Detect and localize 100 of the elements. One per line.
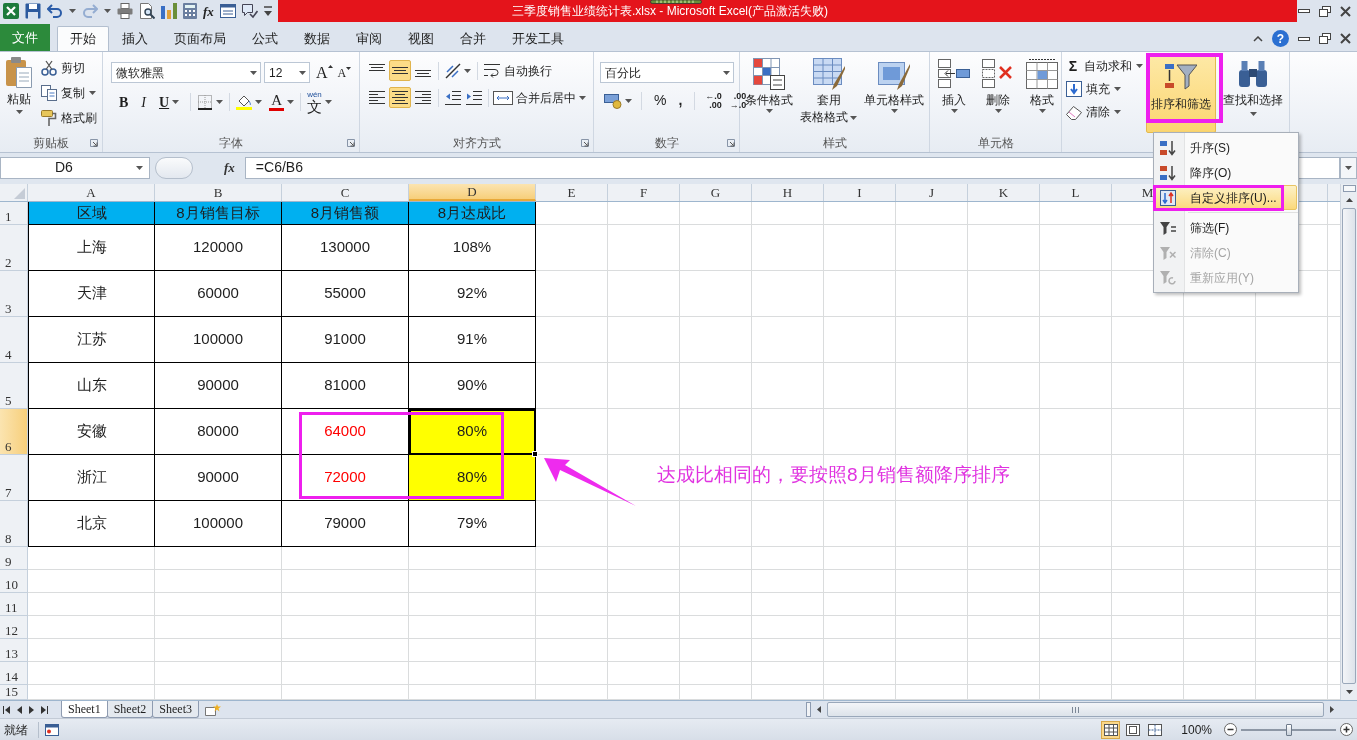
row-header[interactable]: 5	[0, 363, 28, 409]
column-header[interactable]: F	[608, 184, 680, 201]
form-icon[interactable]	[219, 4, 236, 18]
row-header[interactable]: 3	[0, 271, 28, 317]
column-header[interactable]: G	[680, 184, 752, 201]
previous-sheet-icon[interactable]	[17, 705, 22, 714]
name-box[interactable]: D6	[0, 156, 150, 179]
cut-button[interactable]: 剪切	[40, 56, 98, 79]
column-header[interactable]: L	[1040, 184, 1112, 201]
autosum-button[interactable]: Σ 自动求和	[1066, 55, 1146, 77]
ribbon-tab[interactable]: 审阅	[343, 26, 395, 51]
row-header[interactable]: 4	[0, 317, 28, 363]
menu-item[interactable]: 筛选(F)	[1155, 215, 1297, 240]
ribbon-tab[interactable]: 开发工具	[499, 26, 577, 51]
printer-icon[interactable]	[117, 3, 133, 19]
dialog-launcher-icon[interactable]	[347, 138, 355, 147]
comma-button[interactable]: ,	[675, 90, 686, 111]
increase-indent-icon[interactable]	[466, 90, 482, 105]
orientation-button[interactable]	[443, 60, 473, 81]
insert-cells-button[interactable]: 插入	[936, 54, 972, 113]
file-tab[interactable]: 文件	[0, 24, 50, 51]
row-header[interactable]: 10	[0, 570, 28, 593]
row-header[interactable]: 9	[0, 547, 28, 570]
fill-button[interactable]: 填充	[1066, 78, 1146, 100]
scroll-up-icon[interactable]	[1345, 198, 1353, 202]
format-cells-button[interactable]: 格式	[1024, 54, 1060, 113]
column-header[interactable]: I	[824, 184, 896, 201]
scroll-right-icon[interactable]	[1330, 706, 1334, 713]
save-icon[interactable]	[25, 3, 41, 19]
table-format-button[interactable]: 套用 表格格式	[798, 54, 859, 126]
formula-bar-handle[interactable]	[155, 156, 193, 179]
undo-icon[interactable]	[47, 4, 63, 18]
customize-toolbar-icon[interactable]	[263, 6, 272, 16]
number-format-field[interactable]: 百分比	[600, 62, 734, 83]
bar-columns-icon[interactable]	[161, 3, 177, 19]
row-header[interactable]: 14	[0, 662, 28, 685]
minimize-icon[interactable]	[1298, 9, 1310, 13]
split-box[interactable]	[1342, 185, 1356, 192]
column-header[interactable]: E	[536, 184, 608, 201]
cell-styles-button[interactable]: 单元格样式	[862, 54, 926, 113]
column-header[interactable]: A	[28, 184, 155, 201]
row-header[interactable]: 13	[0, 639, 28, 662]
increase-decimal-button[interactable]: ←.0 .00	[704, 91, 723, 110]
ribbon-tab[interactable]: 合并	[447, 26, 499, 51]
clear-button[interactable]: 清除	[1066, 101, 1146, 123]
row-header[interactable]: 8	[0, 501, 28, 547]
row-header[interactable]: 2	[0, 225, 28, 271]
close-icon[interactable]	[1340, 33, 1351, 44]
phonetic-guide-button[interactable]: wén 文	[307, 91, 332, 113]
last-sheet-icon[interactable]	[41, 705, 48, 714]
sheet-tab[interactable]: Sheet2	[106, 701, 154, 718]
italic-button[interactable]: I	[136, 92, 151, 112]
sheet-tab[interactable]: Sheet1	[61, 701, 108, 718]
minimize-icon[interactable]	[1298, 36, 1310, 41]
row-header[interactable]: 11	[0, 593, 28, 616]
align-center-button[interactable]	[389, 87, 411, 108]
merge-center-button[interactable]: 合并后居中	[493, 87, 586, 108]
restore-icon[interactable]	[1319, 33, 1331, 44]
sheet-tab[interactable]: Sheet3	[152, 701, 199, 718]
calculator-icon[interactable]	[183, 3, 197, 19]
zoom-slider-thumb[interactable]	[1285, 723, 1292, 736]
wrap-text-button[interactable]: 自动换行	[482, 60, 554, 81]
print-preview-icon[interactable]	[139, 3, 155, 19]
zoom-level[interactable]: 100%	[1181, 720, 1212, 739]
caret-icon[interactable]	[69, 9, 76, 13]
ribbon-tab[interactable]: 视图	[395, 26, 447, 51]
grow-font-button[interactable]: A	[316, 64, 333, 81]
underline-button[interactable]: U	[154, 92, 185, 112]
row-header[interactable]: 6	[0, 409, 28, 455]
shrink-font-button[interactable]: A	[337, 66, 352, 79]
ribbon-tab[interactable]: 插入	[109, 26, 161, 51]
row-header[interactable]: 12	[0, 616, 28, 639]
function-button[interactable]: fx	[203, 4, 214, 18]
row-header[interactable]: 15	[0, 685, 28, 700]
column-header[interactable]: K	[968, 184, 1040, 201]
row-header[interactable]: 1	[0, 202, 28, 225]
borders-button[interactable]	[197, 92, 224, 112]
find-select-button[interactable]: 查找和选择	[1223, 54, 1283, 133]
scrollbar-thumb[interactable]	[1342, 208, 1356, 684]
font-color-button[interactable]: A	[269, 92, 294, 112]
record-macro-icon[interactable]	[45, 723, 59, 736]
dialog-launcher-icon[interactable]	[90, 138, 98, 147]
split-handle[interactable]	[806, 702, 811, 717]
paste-button[interactable]: 粘贴	[0, 52, 38, 133]
column-header[interactable]: J	[896, 184, 968, 201]
scrollbar-thumb[interactable]	[827, 702, 1324, 717]
ribbon-tab[interactable]: 公式	[239, 26, 291, 51]
expand-formula-button[interactable]	[1340, 156, 1357, 179]
row-header[interactable]: 7	[0, 455, 28, 501]
decrease-indent-icon[interactable]	[445, 90, 461, 105]
delete-cells-button[interactable]: 删除	[980, 54, 1016, 113]
speech-bubble-icon[interactable]	[241, 3, 258, 19]
insert-sheet-icon[interactable]	[205, 703, 221, 716]
next-sheet-icon[interactable]	[29, 705, 34, 714]
view-button[interactable]	[1101, 720, 1121, 739]
zoom-out-icon[interactable]	[1224, 723, 1237, 736]
fill-handle-icon[interactable]	[532, 451, 538, 457]
copy-button[interactable]: 复制	[40, 81, 98, 104]
collapse-ribbon-icon[interactable]	[1253, 35, 1263, 42]
bold-button[interactable]: B	[114, 92, 134, 112]
